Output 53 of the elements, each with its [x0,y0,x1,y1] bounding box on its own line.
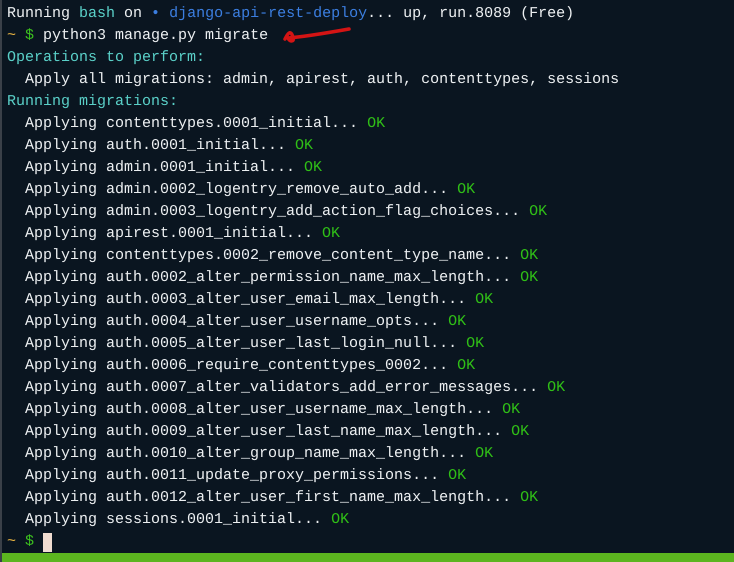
status-text: OK [295,136,314,156]
prompt-symbol: $ [25,26,34,46]
status-text: OK [448,466,466,486]
text-cursor [43,532,52,552]
status-text: OK [475,290,494,310]
migration-text: Applying apirest.0001_initial... [25,224,314,244]
status-text: OK [529,202,548,222]
status-text: OK [511,422,530,442]
migration-text: Applying auth.0012_alter_user_first_name_max_length... [25,488,512,508]
status-text: OK [547,378,566,398]
output-text: on [124,4,142,24]
migration-text: Applying auth.0003_alter_user_email_max_length... [25,290,466,310]
migration-text: Applying auth.0006_require_contenttypes_0002... [25,356,448,376]
migration-text: Applying auth.0010_alter_group_name_max_length... [25,444,466,464]
status-text: OK [457,356,476,376]
prompt-dir: ~ [7,532,16,552]
migration-text: Applying auth.0002_alter_permission_name_max_length... [25,268,512,288]
migration-text: Applying contenttypes.0001_initial... [25,114,358,134]
migration-text: Applying admin.0001_initial... [25,158,296,178]
migration-text: Applying sessions.0001_initial... [25,510,322,530]
migration-text: Applying auth.0009_alter_user_last_name_max_length... [25,422,502,442]
migration-text: Applying auth.0004_alter_user_username_opts... [25,312,440,332]
command-text: python3 manage.py migrate [43,26,268,46]
status-text: OK [367,114,386,134]
prompt-symbol: $ [25,532,34,552]
status-text: OK [331,510,350,530]
prompt-dir: ~ [7,26,16,46]
migration-text: Applying auth.0011_update_proxy_permissions... [25,466,440,486]
status-text: OK [520,268,538,288]
status-text: OK [475,444,494,464]
migration-text: Applying auth.0001_initial... [25,136,286,156]
output-text: ... up, run.8089 (Free) [367,5,574,22]
status-text: OK [304,158,322,178]
project-name: django-api-rest-deploy [169,5,368,22]
output-text: Running [7,4,70,24]
migration-text: Applying auth.0008_alter_user_username_max_length... [25,400,494,420]
status-text: OK [520,246,538,266]
migration-text: Applying contenttypes.0002_remove_content_type_name... [25,246,512,266]
status-text: OK [466,334,484,354]
status-text: OK [448,312,466,332]
status-text: OK [520,488,538,508]
status-text: OK [457,180,476,200]
migration-text: Applying auth.0007_alter_validators_add_error_messages... [25,378,538,398]
status-text: OK [322,224,340,244]
section-heading: Running migrations: [7,92,178,112]
migration-text: Applying admin.0002_logentry_remove_auto_add... [25,180,448,200]
section-heading: Operations to perform: [7,48,206,68]
output-text: Apply all migrations: admin, apirest, auth, contenttypes, sessions [25,70,620,90]
status-text: OK [502,400,520,420]
migration-text: Applying auth.0005_alter_user_last_login_null... [25,334,458,354]
shell-name: bash [79,4,116,24]
migration-text: Applying admin.0003_logentry_add_action_flag_choices... [25,202,520,222]
bullet-icon: • [151,3,160,25]
